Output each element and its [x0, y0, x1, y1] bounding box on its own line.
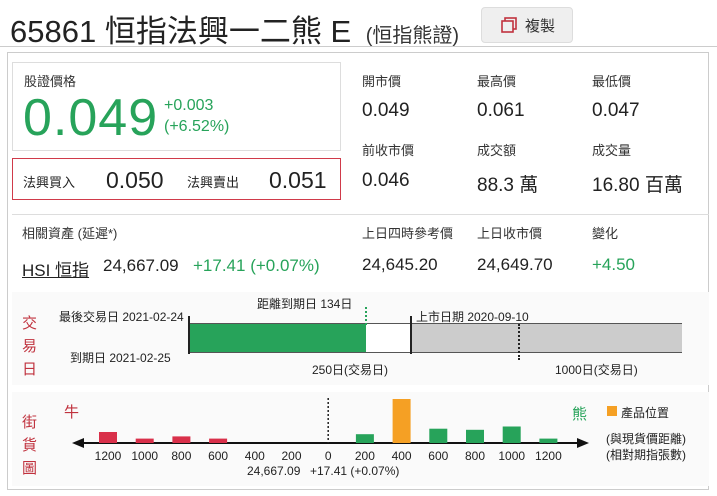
- tick-label: 1000: [498, 449, 525, 463]
- bear-bar: [392, 399, 411, 443]
- tick-label: 800: [171, 449, 191, 463]
- tick-label: 400: [245, 449, 265, 463]
- street-index-change: +17.41 (+0.07%): [310, 464, 400, 478]
- bull-bar: [209, 438, 228, 443]
- bull-bar: [172, 436, 191, 443]
- tick-label: 1000: [131, 449, 158, 463]
- axis-arrow-left: [72, 438, 84, 448]
- tick-label: 200: [281, 449, 301, 463]
- bear-bar: [539, 438, 558, 443]
- tick-label: 1200: [535, 449, 562, 463]
- street-index-value: 24,667.09: [247, 464, 301, 478]
- bear-bar: [429, 428, 448, 443]
- tick-label: 600: [428, 449, 448, 463]
- tick-label: 400: [392, 449, 412, 463]
- bear-bar: [355, 434, 374, 443]
- bear-bar: [502, 426, 521, 443]
- bull-bar: [135, 438, 154, 443]
- tick-label: 600: [208, 449, 228, 463]
- tick-label: 200: [355, 449, 375, 463]
- axis-arrow-right: [577, 438, 589, 448]
- bear-bar: [466, 429, 484, 443]
- tick-label: 0: [325, 449, 332, 463]
- tick-label: 1200: [95, 449, 122, 463]
- street-chart: 1200 1000 800 600 400 200 0 200 400 600 800 1000 120…: [72, 398, 589, 463]
- bull-bar: [99, 432, 117, 443]
- tick-label: 800: [465, 449, 485, 463]
